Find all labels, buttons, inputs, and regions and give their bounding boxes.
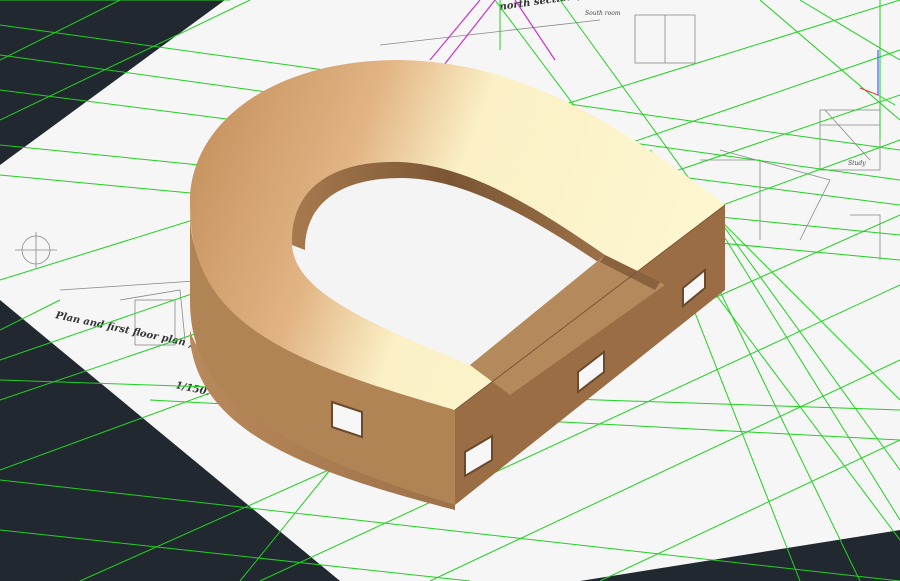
sheet-room-label-a: South room [585, 10, 621, 17]
sheet-room-label-b: Study [848, 160, 866, 167]
cad-3d-viewport[interactable]: north section ; scale : 1/150. Plan and … [0, 0, 900, 581]
scene-canvas[interactable]: north section ; scale : 1/150. Plan and … [0, 0, 900, 581]
